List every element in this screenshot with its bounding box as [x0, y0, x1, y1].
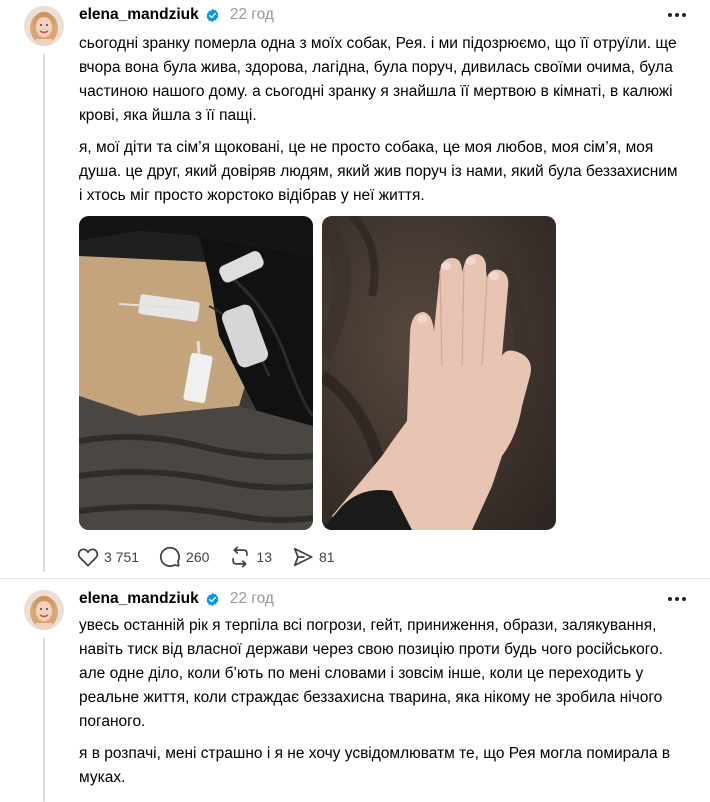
avatar[interactable]	[24, 6, 64, 46]
repost-icon	[232, 546, 249, 568]
comment-button[interactable]: 260	[159, 546, 209, 568]
verified-badge-icon	[205, 8, 220, 23]
comment-icon	[160, 546, 181, 567]
share-icon	[293, 547, 313, 567]
post-text-paragraph-2: я в розпачі, мені страшно і я не хочу ус…	[79, 745, 671, 786]
more-options-button[interactable]	[664, 588, 690, 610]
avatar[interactable]	[24, 590, 64, 630]
thread-line	[43, 54, 45, 572]
repost-count: 13	[256, 549, 272, 565]
post-text-paragraph-1: увесь останній рік я терпіла всі погрози…	[79, 617, 663, 730]
thread-line	[43, 638, 45, 802]
more-options-button[interactable]	[664, 4, 690, 26]
threads-feed: elena_mandziuk 22 год сьогодні зранку по…	[0, 0, 710, 802]
post-actions: 3 751 260 13 81	[77, 546, 355, 568]
post-time: 22 год	[229, 6, 274, 23]
more-options-icon	[668, 13, 686, 17]
comment-count: 260	[186, 549, 210, 565]
heart-icon	[77, 548, 99, 567]
share-count: 81	[318, 549, 335, 565]
username[interactable]: elena_mandziuk	[79, 6, 199, 24]
post-header: elena_mandziuk 22 год	[79, 4, 274, 26]
like-count: 3 751	[104, 549, 140, 565]
username[interactable]: elena_mandziuk	[79, 590, 199, 608]
like-button[interactable]: 3 751	[77, 547, 139, 567]
post-header: elena_mandziuk 22 год	[79, 588, 274, 610]
post-time: 22 год	[229, 590, 274, 607]
verified-badge-icon	[205, 592, 220, 607]
post-photo-syringes[interactable]	[79, 216, 313, 530]
post-text-paragraph-1: сьогодні зранку померла одна з моїх соба…	[79, 35, 677, 124]
post-divider	[0, 578, 710, 579]
repost-button[interactable]: 13	[229, 546, 272, 568]
post-photo-hand-on-dog[interactable]	[322, 216, 556, 530]
post-text-paragraph-2: я, мої діти та сім’я щоковані, це не про…	[79, 139, 678, 204]
more-options-icon	[668, 597, 686, 601]
share-button[interactable]: 81	[292, 546, 335, 568]
